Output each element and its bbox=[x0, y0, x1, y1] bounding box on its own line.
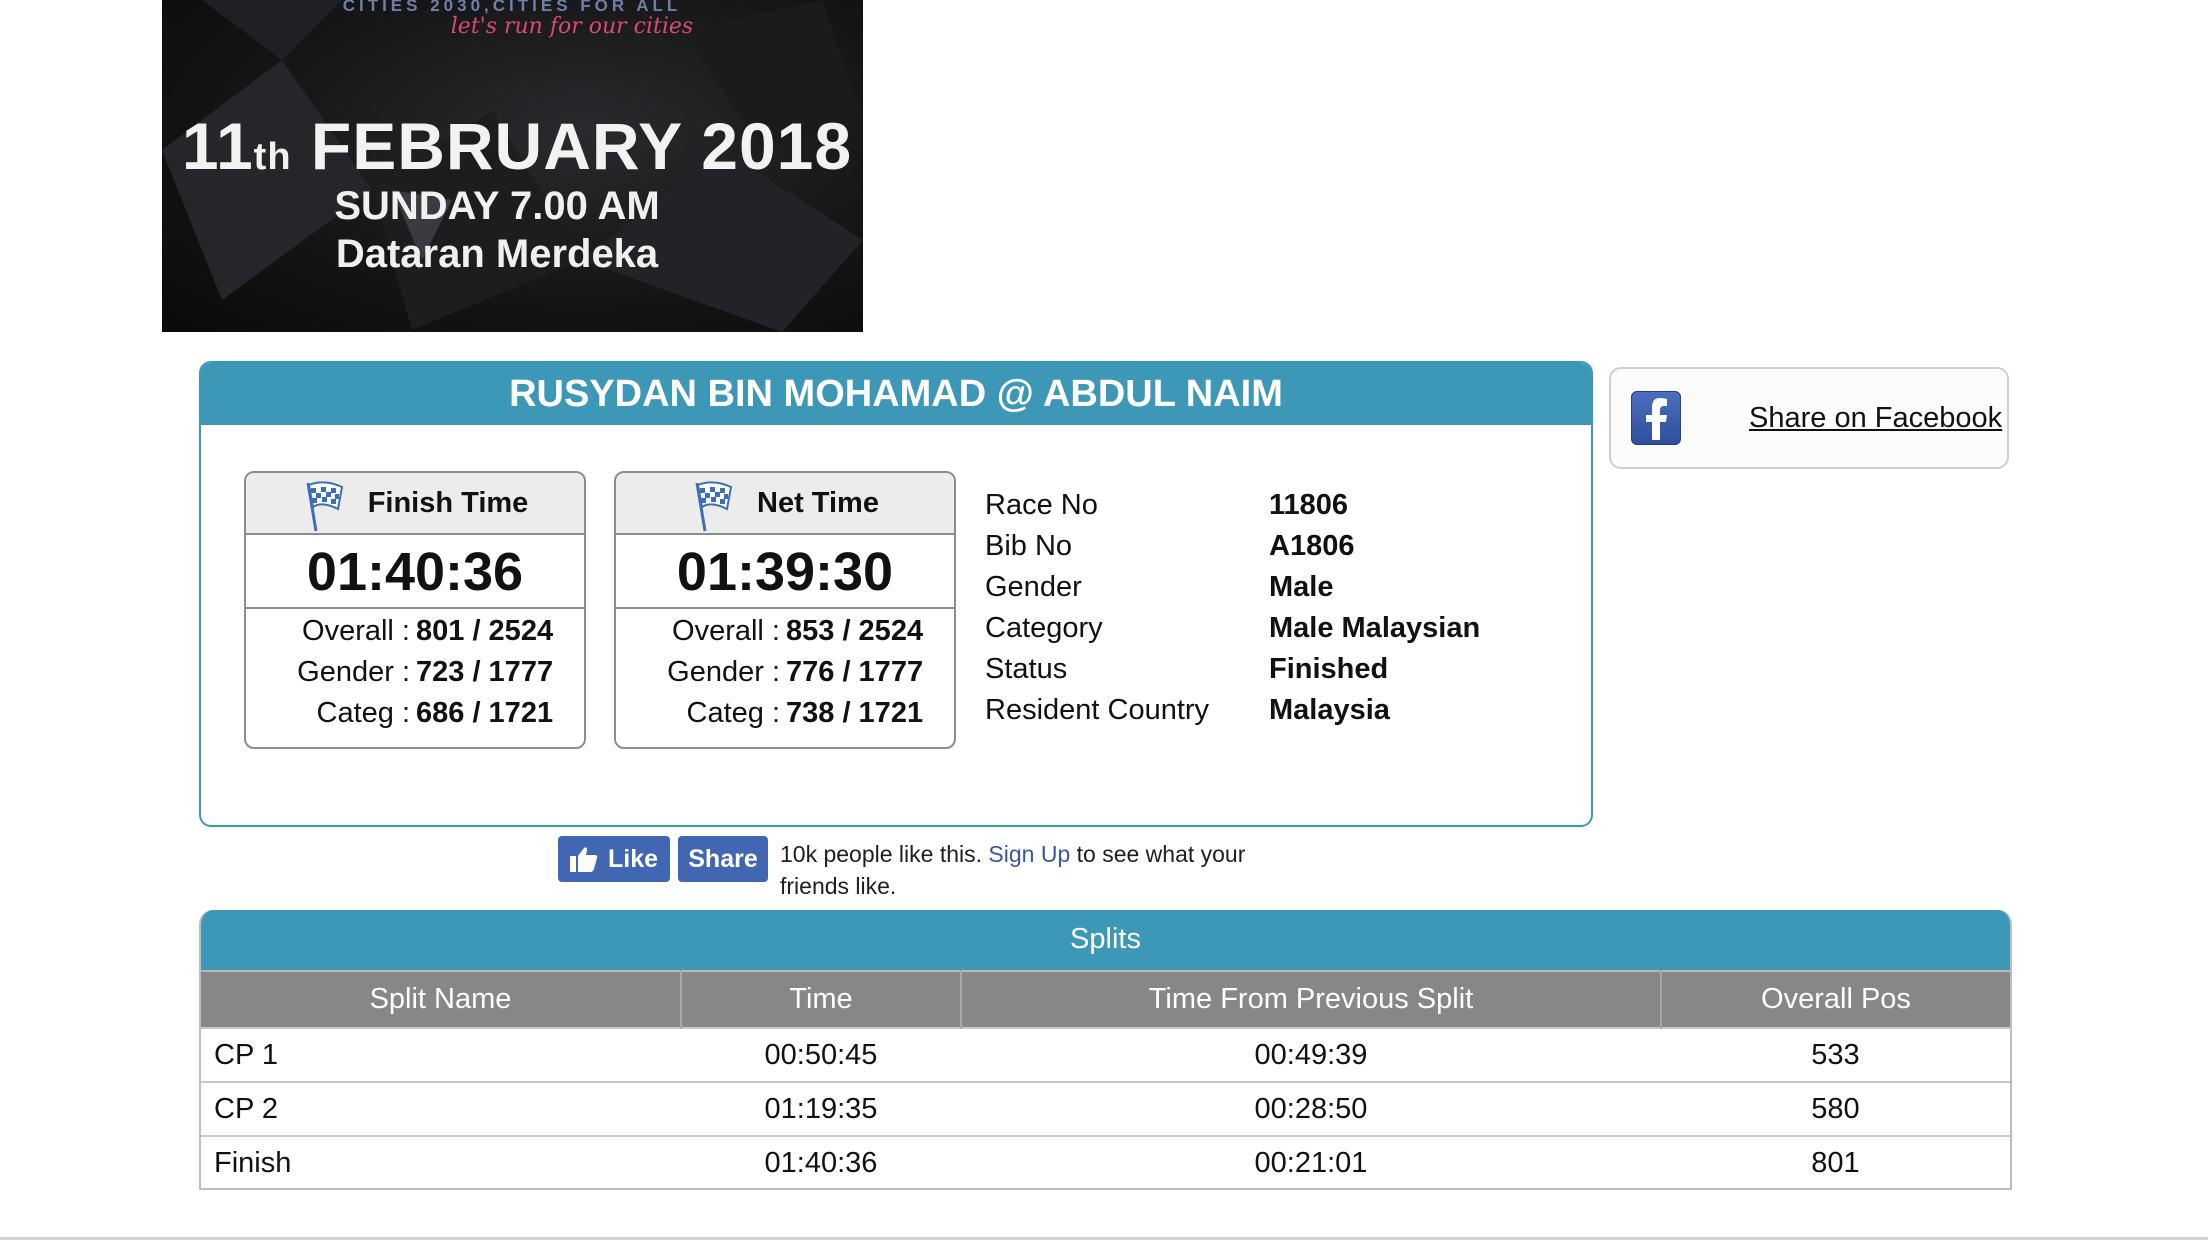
column-header-overall-pos: Overall Pos bbox=[1661, 970, 2010, 1028]
detail-value: Finished bbox=[1269, 653, 1389, 685]
detail-category: Category Male Malaysian bbox=[985, 608, 1480, 649]
detail-value: Malaysia bbox=[1269, 694, 1390, 726]
split-name: CP 1 bbox=[201, 1027, 681, 1082]
split-time: 00:50:45 bbox=[681, 1027, 961, 1082]
net-overall-label: Overall : bbox=[672, 615, 780, 647]
detail-resident-country: Resident Country Malaysia bbox=[985, 690, 1480, 731]
detail-gender: Gender Male bbox=[985, 567, 1480, 608]
checkered-flag-icon bbox=[306, 481, 343, 532]
finish-categ-value: 686 / 1721 bbox=[416, 697, 554, 729]
results-page: CITIES 2030,CITIES FOR ALL let's run for… bbox=[0, 0, 2208, 1242]
runner-name: RUSYDAN BIN MOHAMAD @ ABDUL NAIM bbox=[201, 363, 1591, 425]
split-name: Finish bbox=[201, 1135, 681, 1188]
runner-result-card: RUSYDAN BIN MOHAMAD @ ABDUL NAIM Finish … bbox=[199, 361, 1593, 827]
detail-key: Resident Country bbox=[985, 694, 1210, 726]
finish-time-header: Finish Time bbox=[246, 473, 584, 535]
detail-key: Status bbox=[985, 653, 1068, 685]
detail-race-no: Race No 11806 bbox=[985, 485, 1480, 526]
net-gender-row: Gender : 776 / 1777 bbox=[616, 652, 954, 693]
banner-date-month-year: FEBRUARY 2018 bbox=[310, 109, 853, 183]
runner-details: Race No 11806 Bib No A1806 Gender Male C… bbox=[985, 485, 1480, 731]
detail-value: 11806 bbox=[1269, 489, 1349, 521]
finish-gender-value: 723 / 1777 bbox=[416, 656, 554, 688]
share-label: Share bbox=[688, 844, 758, 873]
net-time-value: 01:39:30 bbox=[616, 535, 954, 609]
finish-time-value: 01:40:36 bbox=[246, 535, 584, 609]
detail-value: Male Malaysian bbox=[1269, 612, 1481, 644]
net-time-header: Net Time bbox=[616, 473, 954, 535]
detail-key: Gender bbox=[985, 571, 1082, 603]
facebook-like-button[interactable]: Like bbox=[558, 836, 670, 882]
finish-overall-row: Overall : 801 / 2524 bbox=[246, 611, 584, 652]
share-on-facebook-label[interactable]: Share on Facebook bbox=[1749, 402, 2002, 435]
net-categ-value: 738 / 1721 bbox=[786, 697, 924, 729]
share-on-facebook-button[interactable]: Share on Facebook bbox=[1609, 367, 2009, 469]
detail-value: A1806 bbox=[1269, 530, 1355, 562]
detail-value: Male bbox=[1269, 571, 1334, 603]
facebook-share-button[interactable]: Share bbox=[678, 836, 768, 882]
detail-key: Category bbox=[985, 612, 1103, 644]
split-time: 01:40:36 bbox=[681, 1135, 961, 1188]
finish-overall-label: Overall : bbox=[302, 615, 410, 647]
finish-gender-row: Gender : 723 / 1777 bbox=[246, 652, 584, 693]
finish-time-label: Finish Time bbox=[367, 486, 529, 519]
splits-table: Split Name Time Time From Previous Split… bbox=[201, 970, 2010, 1188]
facebook-icon bbox=[1631, 391, 1681, 445]
table-row: CP 2 01:19:35 00:28:50 580 bbox=[201, 1081, 2010, 1136]
splits-title: Splits bbox=[201, 910, 2010, 970]
table-row: Finish 01:40:36 00:21:01 801 bbox=[201, 1135, 2010, 1188]
finish-overall-value: 801 / 2524 bbox=[416, 615, 554, 647]
net-overall-row: Overall : 853 / 2524 bbox=[616, 611, 954, 652]
like-label: Like bbox=[607, 844, 659, 873]
split-name: CP 2 bbox=[201, 1081, 681, 1136]
finish-gender-label: Gender : bbox=[297, 656, 410, 688]
net-categ-label: Categ : bbox=[686, 697, 781, 729]
banner-venue: Dataran Merdeka bbox=[335, 232, 659, 276]
net-overall-value: 853 / 2524 bbox=[786, 615, 924, 647]
net-time-box: Net Time 01:39:30 Overall : 853 / 2524 G… bbox=[614, 471, 956, 749]
sign-up-link[interactable]: Sign Up bbox=[988, 841, 1070, 867]
detail-key: Race No bbox=[985, 489, 1098, 521]
column-header-time-from-previous: Time From Previous Split bbox=[961, 970, 1662, 1028]
detail-status: Status Finished bbox=[985, 649, 1480, 690]
split-time-from-previous: 00:21:01 bbox=[961, 1135, 1661, 1188]
split-time: 01:19:35 bbox=[681, 1081, 961, 1136]
like-count-text: 10k people like this. Sign Up to see wha… bbox=[780, 838, 1280, 902]
banner-date-day: 11 bbox=[181, 109, 254, 183]
net-time-label: Net Time bbox=[757, 486, 879, 519]
net-categ-row: Categ : 738 / 1721 bbox=[616, 693, 954, 734]
banner-date: 11th FEBRUARY 2018 bbox=[172, 108, 862, 184]
page-bottom-divider bbox=[0, 1237, 2208, 1240]
banner-slogan: let's run for our cities bbox=[450, 14, 694, 39]
split-time-from-previous: 00:28:50 bbox=[961, 1081, 1661, 1136]
finish-categ-row: Categ : 686 / 1721 bbox=[246, 693, 584, 734]
table-row: CP 1 00:50:45 00:49:39 533 bbox=[201, 1027, 2010, 1082]
column-header-split-name: Split Name bbox=[201, 970, 682, 1028]
splits-panel: Splits Split Name Time Time From Previou… bbox=[199, 910, 2012, 1190]
like-count: 10k people like this. bbox=[780, 841, 983, 867]
event-banner: CITIES 2030,CITIES FOR ALL let's run for… bbox=[162, 0, 863, 332]
split-overall-pos: 801 bbox=[1661, 1135, 2010, 1188]
banner-day-time: SUNDAY 7.00 AM bbox=[334, 184, 660, 228]
net-gender-label: Gender : bbox=[667, 656, 780, 688]
thumbs-up-icon bbox=[569, 847, 598, 872]
finish-categ-label: Categ : bbox=[316, 697, 411, 729]
detail-bib-no: Bib No A1806 bbox=[985, 526, 1480, 567]
facebook-f-glyph bbox=[1646, 398, 1667, 440]
split-time-from-previous: 00:49:39 bbox=[961, 1027, 1661, 1082]
column-header-time: Time bbox=[681, 970, 962, 1028]
finish-time-box: Finish Time 01:40:36 Overall : 801 / 252… bbox=[244, 471, 586, 749]
splits-header-row: Split Name Time Time From Previous Split… bbox=[201, 970, 2010, 1028]
detail-key: Bib No bbox=[985, 530, 1073, 562]
split-overall-pos: 533 bbox=[1661, 1027, 2010, 1082]
checkered-flag-icon bbox=[695, 481, 733, 532]
split-overall-pos: 580 bbox=[1661, 1081, 2010, 1136]
net-gender-value: 776 / 1777 bbox=[786, 656, 924, 688]
banner-date-suffix: th bbox=[253, 136, 292, 178]
